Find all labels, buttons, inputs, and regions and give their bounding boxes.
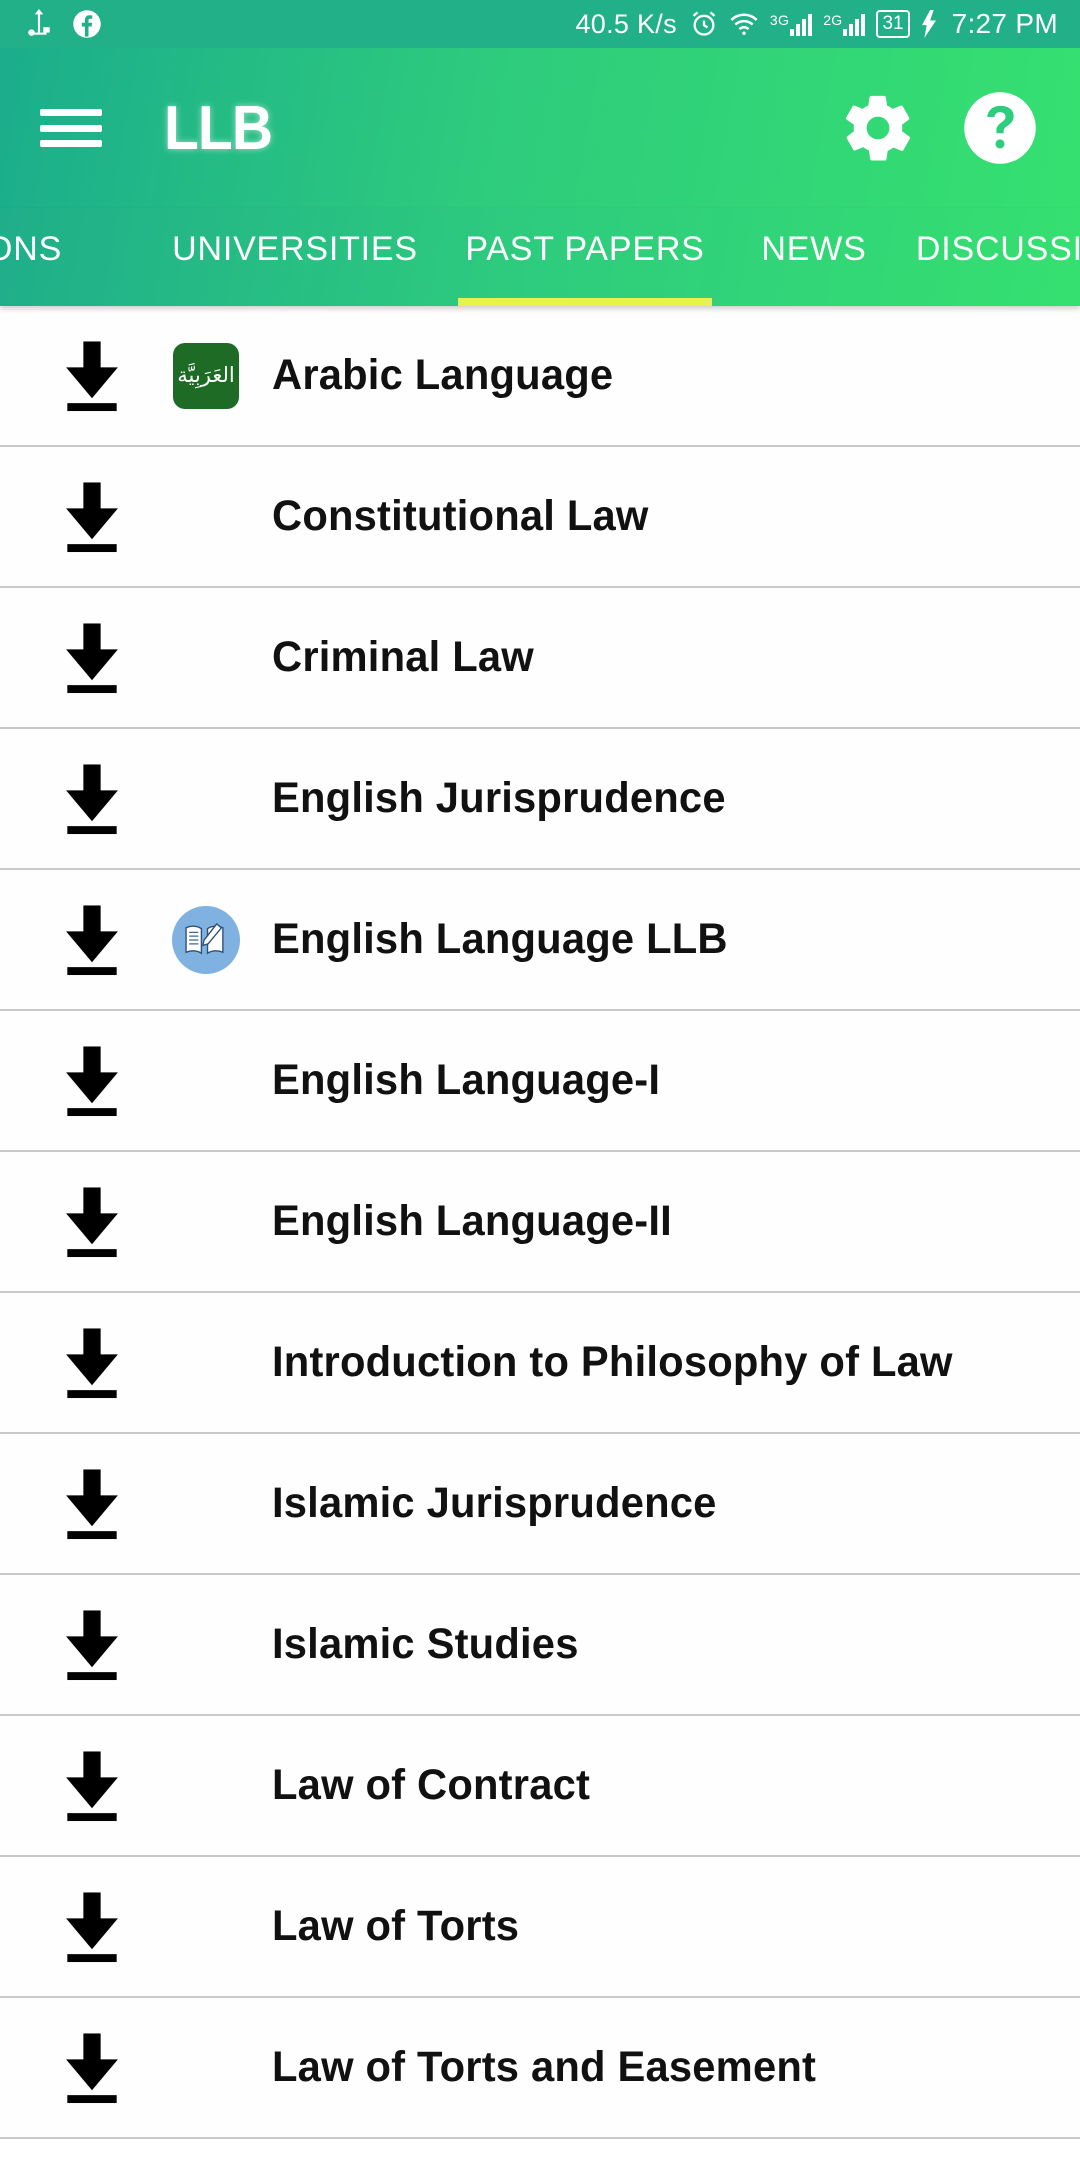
tab-bar[interactable]: ONS UNIVERSITIES PAST PAPERS NEWS DISCUS…: [0, 208, 1080, 306]
status-bar-left: [26, 9, 102, 39]
download-icon[interactable]: [36, 1326, 148, 1400]
tab-active-indicator: [458, 298, 712, 306]
list-item-label: Law of Torts and Easement: [272, 2043, 817, 2091]
list-item[interactable]: English Jurisprudence: [0, 729, 1080, 870]
hamburger-menu-icon[interactable]: [40, 105, 102, 151]
gear-icon[interactable]: [836, 86, 920, 170]
download-icon[interactable]: [36, 2031, 148, 2105]
tab-discussion[interactable]: DISCUSSIO: [898, 208, 1080, 306]
list-item-label: English Jurisprudence: [272, 774, 726, 822]
download-icon[interactable]: [36, 1608, 148, 1682]
wifi-icon: [729, 11, 759, 37]
list-item-label: English Language-I: [272, 1056, 661, 1104]
tab-label: DISCUSSIO: [915, 230, 1080, 268]
row-thumbnail: العَرَبِيَّة: [148, 342, 264, 409]
sim2-signal-icon: 2G: [823, 12, 866, 36]
list-item-label: English Language LLB: [272, 915, 728, 963]
tab-questions[interactable]: ONS: [0, 208, 150, 306]
row-thumbnail: [148, 905, 264, 974]
list-item[interactable]: Criminal Law: [0, 588, 1080, 729]
list-item-label: Criminal Law: [272, 633, 534, 681]
tab-label: UNIVERSITIES: [172, 230, 418, 268]
list-item-label: Arabic Language: [272, 351, 614, 399]
list-item[interactable]: Islamic Jurisprudence: [0, 1434, 1080, 1575]
list-item[interactable]: Law of Torts: [0, 1857, 1080, 1998]
download-icon[interactable]: [36, 1749, 148, 1823]
tab-universities[interactable]: UNIVERSITIES: [150, 208, 440, 306]
list-item-label: Islamic Jurisprudence: [272, 1479, 717, 1527]
past-papers-list: العَرَبِيَّة Arabic Language Constitutio…: [0, 306, 1080, 2139]
download-icon[interactable]: [36, 1890, 148, 1964]
list-item[interactable]: English Language-I: [0, 1011, 1080, 1152]
download-icon[interactable]: [36, 339, 148, 413]
sim1-signal-icon: 3G: [769, 12, 813, 36]
download-icon[interactable]: [36, 1467, 148, 1541]
alarm-icon: [690, 10, 718, 38]
app-bar: LLB: [0, 48, 1080, 208]
status-bar: 40.5 K/s 3G 2G 31 7:27 PM: [0, 0, 1080, 48]
network-speed-text: 40.5 K/s: [575, 8, 677, 39]
arabic-language-badge-icon: العَرَبِيَّة: [173, 342, 239, 409]
tab-label: NEWS: [761, 230, 867, 268]
help-circle-icon[interactable]: [958, 86, 1042, 170]
download-icon[interactable]: [36, 1044, 148, 1118]
list-item-label: Introduction to Philosophy of Law: [272, 1338, 953, 1386]
download-icon[interactable]: [36, 1185, 148, 1259]
list-item[interactable]: Law of Contract: [0, 1716, 1080, 1857]
facebook-icon: [72, 9, 102, 39]
list-item-label: Constitutional Law: [272, 492, 649, 540]
sim2-network-label: 2G: [823, 12, 843, 28]
page-title: LLB: [164, 93, 273, 163]
sim2-bars: [843, 12, 866, 36]
sim1-network-label: 3G: [769, 12, 790, 28]
battery-indicator: 31: [876, 10, 910, 38]
list-item-label: Islamic Studies: [272, 1620, 579, 1668]
tab-label: PAST PAPERS: [465, 230, 705, 268]
status-bar-clock: 7:27 PM: [951, 8, 1058, 39]
sim1-bars: [790, 12, 813, 36]
charging-bolt-icon: [921, 10, 937, 38]
list-item[interactable]: English Language LLB: [0, 870, 1080, 1011]
download-icon[interactable]: [36, 621, 148, 695]
book-pencil-badge-icon: [172, 905, 240, 974]
tab-label: ONS: [0, 230, 63, 268]
status-bar-right: 40.5 K/s 3G 2G 31 7:27 PM: [575, 8, 1058, 40]
download-icon[interactable]: [36, 762, 148, 836]
list-item-label: Law of Torts: [272, 1902, 520, 1950]
download-icon[interactable]: [36, 480, 148, 554]
list-item[interactable]: Islamic Studies: [0, 1575, 1080, 1716]
list-item-label: Law of Contract: [272, 1761, 591, 1809]
list-item[interactable]: English Language-II: [0, 1152, 1080, 1293]
list-item-label: English Language-II: [272, 1197, 672, 1245]
list-item[interactable]: Introduction to Philosophy of Law: [0, 1293, 1080, 1434]
list-item[interactable]: Law of Torts and Easement: [0, 1998, 1080, 2139]
tab-news[interactable]: NEWS: [730, 208, 898, 306]
usb-icon: [26, 9, 52, 39]
app-bar-actions: [836, 86, 1042, 170]
download-icon[interactable]: [36, 903, 148, 977]
list-item[interactable]: Constitutional Law: [0, 447, 1080, 588]
list-item[interactable]: العَرَبِيَّة Arabic Language: [0, 306, 1080, 447]
tab-past-papers[interactable]: PAST PAPERS: [440, 208, 730, 306]
